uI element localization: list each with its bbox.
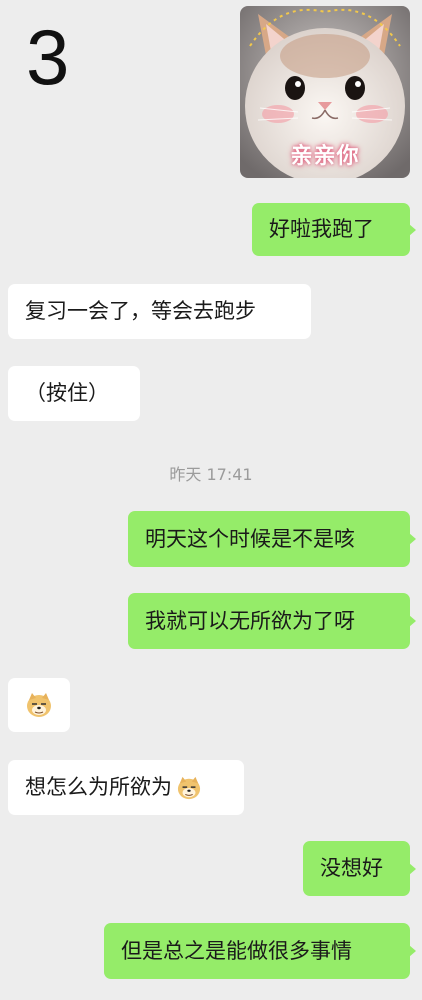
message-bubble-outgoing[interactable]: 但是总之是能做很多事情 [104, 923, 416, 979]
message-text: 想怎么为所欲为 [25, 775, 172, 799]
page-number: 3 [26, 13, 70, 101]
sticker-caption: 亲亲你 [290, 144, 360, 169]
message-bubble-incoming[interactable]: （按住） [8, 366, 140, 421]
message-text: 没想好 [320, 856, 383, 880]
doge-emoji-icon [27, 693, 51, 717]
message-text: 我就可以无所欲为了呀 [145, 608, 355, 633]
message-bubble-outgoing[interactable]: 明天这个时候是不是咳 [128, 511, 416, 567]
message-bubble-outgoing[interactable]: 没想好 [303, 841, 416, 896]
message-bubble-incoming[interactable]: 想怎么为所欲为 [8, 760, 244, 815]
message-bubble-outgoing[interactable]: 好啦我跑了 [252, 203, 416, 256]
message-bubble-outgoing[interactable]: 我就可以无所欲为了呀 [128, 593, 416, 649]
message-bubble-incoming[interactable] [8, 678, 70, 732]
message-text: 复习一会了，等会去跑步 [25, 299, 256, 323]
message-text: 好啦我跑了 [269, 217, 374, 241]
doge-emoji-icon [177, 776, 201, 799]
message-timestamp: 昨天 17:41 [169, 465, 253, 484]
cat-sticker[interactable]: 亲亲你 [240, 6, 410, 178]
message-text: 但是总之是能做很多事情 [121, 938, 352, 963]
message-text: （按住） [25, 381, 109, 405]
message-bubble-incoming[interactable]: 复习一会了，等会去跑步 [8, 284, 311, 339]
message-text: 明天这个时候是不是咳 [145, 526, 355, 551]
